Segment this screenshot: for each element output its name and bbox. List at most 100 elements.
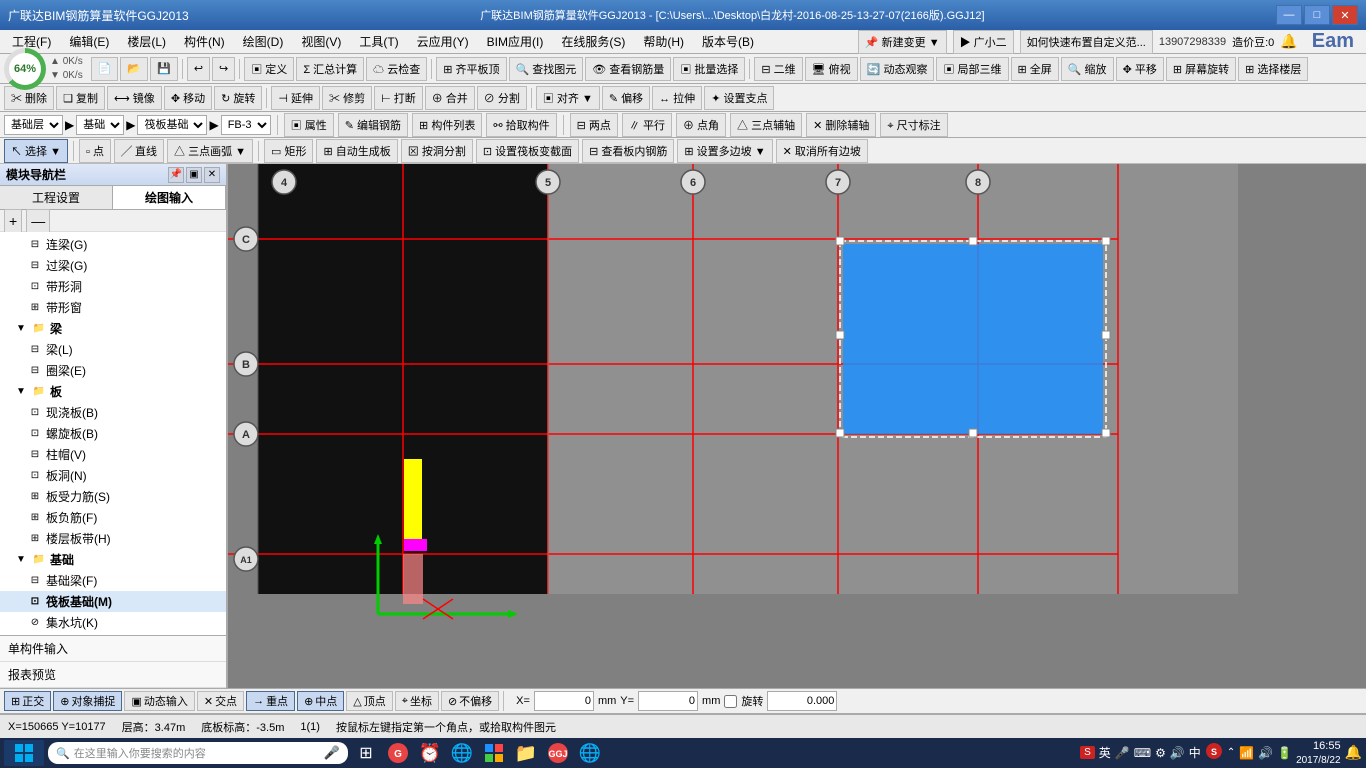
set-section-btn[interactable]: ⊡ 设置筏板变截面 [476, 139, 579, 163]
menu-item-draw[interactable]: 绘图(D) [235, 31, 292, 52]
cancel-slope-btn[interactable]: ✕ 取消所有边坡 [776, 139, 868, 163]
sidebar-remove-btn[interactable]: — [26, 209, 50, 233]
tree-item-banded-window[interactable]: ⊞ 带形窗 [0, 297, 226, 318]
rotation-input[interactable] [767, 691, 837, 711]
view-board-rebar-btn[interactable]: ⊟ 查看板内钢筋 [582, 139, 674, 163]
define-btn[interactable]: ▣ 定义 [244, 57, 294, 81]
ime-status[interactable]: 英 [1099, 744, 1111, 761]
coord-snap-btn[interactable]: ⌖ 坐标 [395, 691, 439, 711]
microphone-sys-icon[interactable]: 🎤 [1115, 746, 1130, 760]
view-steel-qty-btn[interactable]: 👁 查看钢筋量 [585, 57, 671, 81]
close-button[interactable]: ✕ [1332, 5, 1358, 25]
y-input[interactable] [638, 691, 698, 711]
tree-item-slab-neg-rebar[interactable]: ⊞ 板负筋(F) [0, 507, 226, 528]
edge-icon[interactable]: 🌐 [448, 740, 476, 766]
component-select[interactable]: FB-3 [221, 115, 271, 135]
minimize-button[interactable]: — [1276, 5, 1302, 25]
tree-item-banded-hole[interactable]: ⊡ 带形洞 [0, 276, 226, 297]
level-board-btn[interactable]: ⊞ 齐平板顶 [436, 57, 506, 81]
tree-item-raft-foundation[interactable]: ⊡ 筏板基础(M) [0, 591, 226, 612]
summary-btn[interactable]: Σ 汇总计算 [296, 57, 364, 81]
tree-item-spiral-slab[interactable]: ⊡ 螺旋板(B) [0, 423, 226, 444]
tree-item-ring-beam[interactable]: ⊟ 圈梁(E) [0, 360, 226, 381]
batch-select-btn[interactable]: ▣ 批量选择 [673, 57, 745, 81]
notification-icon[interactable]: 🔔 [1280, 33, 1297, 50]
cloud-check-btn[interactable]: ☁ 云检查 [366, 57, 427, 81]
center-btn[interactable]: ⊕ 中点 [297, 691, 344, 711]
no-offset-btn[interactable]: ⊘ 不偏移 [441, 691, 499, 711]
tree-item-lianl[interactable]: ⊟ 连梁(G) [0, 234, 226, 255]
tree-item-floor-band[interactable]: ⊞ 楼层板带(H) [0, 528, 226, 549]
set-vertex-btn[interactable]: ✦ 设置支点 [704, 86, 774, 110]
clock-display[interactable]: 16:55 2017/8/22 [1296, 739, 1341, 766]
midpoint-btn[interactable]: → 重点 [246, 691, 295, 711]
volume-icon[interactable]: 🔊 [1258, 746, 1273, 760]
offset-btn[interactable]: ✎ 偏移 [602, 86, 650, 110]
tree-group-foundation[interactable]: ▼ 📁 基础 [0, 549, 226, 570]
microphone-icon[interactable]: 🎤 [324, 745, 340, 761]
category-select[interactable]: 基础 [76, 115, 124, 135]
tree-group-beam[interactable]: ▼ 📁 梁 [0, 318, 226, 339]
auto-generate-btn[interactable]: ⊞ 自动生成板 [316, 139, 397, 163]
x-input[interactable] [534, 691, 594, 711]
windows-store-icon[interactable] [480, 740, 508, 766]
taskbar-search[interactable]: 🔍 在这里输入你要搜索的内容 🎤 [48, 742, 348, 764]
canvas-area[interactable]: 4 5 6 7 8 C B A A1 [228, 164, 1366, 688]
tree-item-slab-rebar-s[interactable]: ⊞ 板受力筋(S) [0, 486, 226, 507]
select-floor-btn[interactable]: ⊞ 选择楼层 [1238, 57, 1308, 81]
redo-btn[interactable]: ↪ [212, 57, 235, 81]
tree-group-slab[interactable]: ▼ 📁 板 [0, 381, 226, 402]
sidebar-close-btn[interactable]: ✕ [204, 167, 220, 183]
sidebar-pin-btn[interactable]: 📌 [168, 167, 184, 183]
menu-item-version[interactable]: 版本号(B) [694, 31, 762, 52]
delete-axis-btn[interactable]: ✕ 删除辅轴 [806, 113, 876, 137]
rect-tool-btn[interactable]: ▭ 矩形 [264, 139, 313, 163]
undo-btn[interactable]: ↩ [187, 57, 210, 81]
dimension-btn[interactable]: ⌖ 尺寸标注 [880, 113, 947, 137]
battery-icon[interactable]: 🔋 [1277, 746, 1292, 760]
view-btn[interactable]: 🖥 俯视 [805, 57, 858, 81]
properties-btn[interactable]: ▣ 属性 [284, 113, 334, 137]
2d-btn[interactable]: ⊟ 二维 [754, 57, 802, 81]
edit-rebar-btn[interactable]: ✎ 编辑钢筋 [338, 113, 408, 137]
drawing-surface[interactable]: 4 5 6 7 8 C B A A1 [228, 164, 1366, 688]
zh-icon[interactable]: 中 [1189, 744, 1201, 761]
clock-icon[interactable]: ⏰ [416, 740, 444, 766]
zoom-out-btn[interactable]: 🔍 缩放 [1061, 57, 1114, 81]
new-file-btn[interactable]: 📄 [91, 57, 119, 81]
stretch-btn[interactable]: ↔ 拉伸 [652, 86, 702, 110]
start-button[interactable] [4, 740, 44, 766]
trim-btn[interactable]: ✂ 修剪 [322, 86, 372, 110]
tree-item-beam-l[interactable]: ⊟ 梁(L) [0, 339, 226, 360]
tree-item-col-cap[interactable]: ⊟ 柱帽(V) [0, 444, 226, 465]
tab-drawing-input[interactable]: 绘图输入 [113, 186, 226, 209]
mirror-btn[interactable]: ⟷ 镜像 [107, 86, 162, 110]
tree-item-foundation-beam[interactable]: ⊟ 基础梁(F) [0, 570, 226, 591]
menu-item-floor[interactable]: 楼层(L) [119, 31, 174, 52]
floor-select[interactable]: 基础层 [4, 115, 63, 135]
compass-icon[interactable]: 🌐 [576, 740, 604, 766]
pick-component-btn[interactable]: ⚯ 拾取构件 [486, 113, 556, 137]
point-tool-btn[interactable]: ▫ 点 [79, 139, 111, 163]
speaker-icon[interactable]: 🔊 [1170, 746, 1185, 760]
dynamic-view-btn[interactable]: 🔄 动态观察 [860, 57, 935, 81]
move-btn[interactable]: ✥ 移动 [164, 86, 212, 110]
single-component-input-btn[interactable]: 单构件输入 [0, 636, 226, 662]
tab-project-settings[interactable]: 工程设置 [0, 186, 113, 209]
menu-item-component[interactable]: 构件(N) [176, 31, 233, 52]
notification-center-icon[interactable]: 🔔 [1345, 744, 1362, 761]
selected-element[interactable] [843, 244, 1103, 434]
split-btn[interactable]: ⊘ 分割 [477, 86, 527, 110]
sidebar-float-btn[interactable]: ▣ [186, 167, 202, 183]
menu-item-cloud[interactable]: 云应用(Y) [409, 31, 477, 52]
object-snap-btn[interactable]: ⊕ 对象捕捉 [53, 691, 122, 711]
rotate-btn[interactable]: ↻ 旋转 [214, 86, 262, 110]
extend-btn[interactable]: ⊣ 延伸 [271, 86, 320, 110]
new-change-btn[interactable]: 📌 新建变更 ▼ [858, 30, 947, 54]
sogou-icon[interactable]: S [1080, 746, 1095, 759]
type-select[interactable]: 筏板基础 [137, 115, 207, 135]
intersection-btn[interactable]: ✕ 交点 [197, 691, 244, 711]
set-multi-slope-btn[interactable]: ⊞ 设置多边坡 ▼ [677, 139, 772, 163]
parallel-btn[interactable]: ∥ 平行 [622, 113, 672, 137]
tree-item-slab-hole[interactable]: ⊡ 板洞(N) [0, 465, 226, 486]
